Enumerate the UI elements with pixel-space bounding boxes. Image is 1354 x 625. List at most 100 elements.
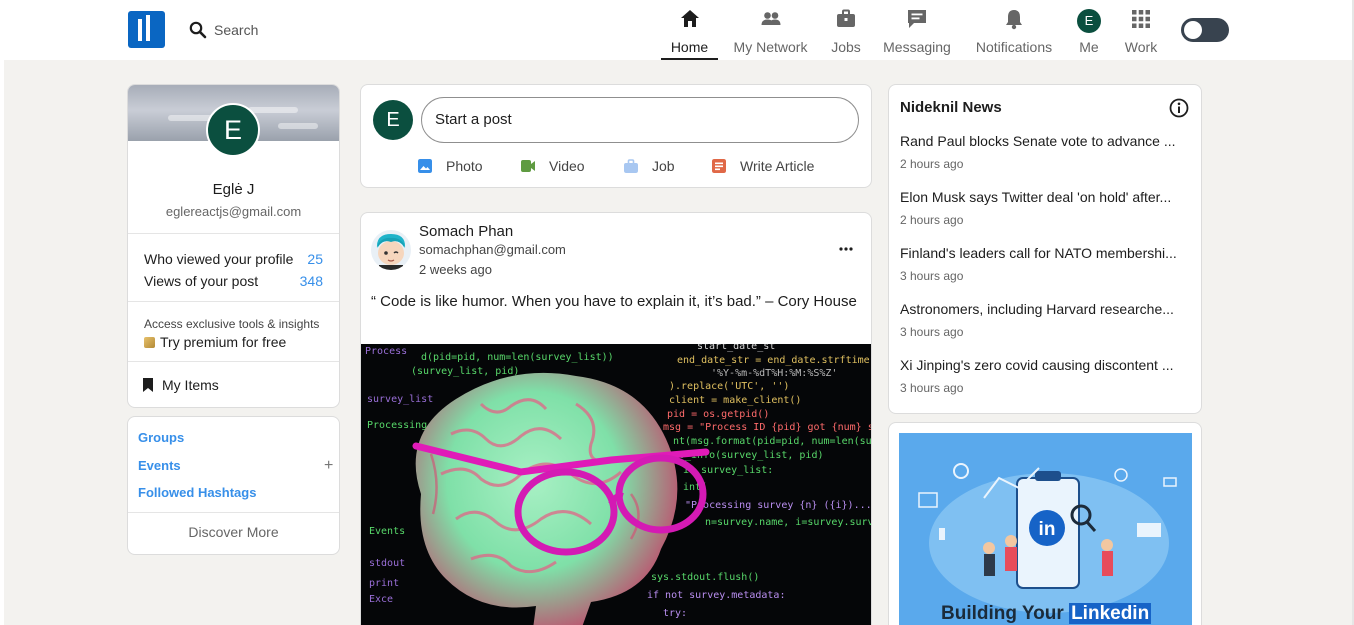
brain-illustration — [412, 372, 710, 625]
profile-email: eglereactjs@gmail.com — [165, 204, 302, 219]
nav-label: Messaging — [883, 39, 951, 55]
nav-work[interactable]: Work — [1122, 0, 1160, 60]
avatar: E — [373, 100, 413, 140]
my-items-link[interactable]: My Items — [142, 377, 219, 393]
news-card: Nideknil News Rand Paul blocks Senate vo… — [888, 84, 1202, 414]
nav-label: Work — [1124, 39, 1158, 55]
search-icon — [189, 21, 207, 39]
plus-icon[interactable]: + — [324, 457, 333, 475]
video-icon — [521, 160, 535, 172]
discover-more-button[interactable]: Discover More — [128, 524, 339, 540]
stat-post-views[interactable]: Views of your post 348 — [144, 273, 323, 289]
network-icon — [761, 12, 780, 25]
action-label: Job — [652, 158, 675, 174]
profile-card: E Eglė J eglereactjs@gmail.com Who viewe… — [127, 84, 340, 408]
divider — [128, 361, 339, 362]
job-button[interactable]: Job — [624, 155, 675, 177]
premium-link-label: Try premium for free — [160, 334, 287, 350]
divider — [128, 233, 339, 234]
message-icon — [908, 10, 926, 28]
nav-home[interactable]: Home — [661, 0, 718, 60]
news-item[interactable]: Finland's leaders call for NATO membersh… — [900, 245, 1185, 283]
nav-notifications[interactable]: Notifications — [972, 0, 1056, 60]
grid-icon — [1132, 10, 1150, 28]
author-name[interactable]: Somach Phan — [419, 223, 513, 240]
nav-label: Me — [1079, 39, 1099, 55]
photo-button[interactable]: Photo — [418, 155, 483, 177]
ad-headline: Building Your Linkedin — [941, 603, 1152, 625]
action-label: Write Article — [740, 158, 815, 174]
profile-name[interactable]: Eglė J — [128, 181, 339, 198]
post-timestamp: 2 weeks ago — [419, 262, 492, 277]
news-headline: Rand Paul blocks Senate vote to advance … — [900, 133, 1176, 149]
news-headline: Elon Musk says Twitter deal 'on hold' af… — [900, 189, 1172, 205]
stat-value: 25 — [307, 251, 323, 267]
search-bar[interactable] — [188, 18, 374, 42]
post-text: “ Code is like humor. When you have to e… — [371, 293, 857, 310]
bookmark-icon — [143, 378, 153, 392]
info-icon[interactable] — [1169, 98, 1189, 118]
photo-icon — [418, 159, 432, 173]
news-headline: Xi Jinping's zero covid causing disconte… — [900, 357, 1174, 373]
premium-link[interactable]: Try premium for free — [144, 334, 286, 350]
news-time: 2 hours ago — [900, 157, 964, 171]
nav-label: Jobs — [831, 39, 861, 55]
news-time: 3 hours ago — [900, 381, 964, 395]
divider — [128, 301, 339, 302]
nav-jobs[interactable]: Jobs — [825, 0, 867, 60]
author-avatar[interactable] — [371, 230, 411, 270]
nav-my-network[interactable]: My Network — [728, 0, 813, 60]
nav-messaging[interactable]: Messaging — [880, 0, 954, 60]
ad-text-plain: Building Your — [941, 603, 1064, 624]
premium-icon — [144, 336, 155, 348]
feed-post: Somach Phan somachphan@gmail.com 2 weeks… — [360, 212, 872, 625]
dark-mode-toggle[interactable] — [1181, 18, 1229, 42]
premium-promo-text: Access exclusive tools & insights — [144, 317, 320, 331]
nav-label: My Network — [733, 39, 808, 55]
profile-avatar[interactable]: E — [206, 103, 260, 157]
ad-card: in Building Your Linkedin — [888, 422, 1202, 625]
start-post-button[interactable]: Start a post — [421, 97, 859, 143]
bell-icon — [1006, 10, 1022, 30]
nav-label: Notifications — [975, 39, 1053, 55]
ad-logo-text: in — [1039, 519, 1056, 540]
my-items-label: My Items — [162, 377, 219, 393]
avatar: E — [1077, 9, 1101, 33]
stat-profile-viewers[interactable]: Who viewed your profile 25 — [144, 251, 323, 267]
nav-label: Home — [670, 39, 709, 55]
news-time: 3 hours ago — [900, 269, 964, 283]
job-icon — [624, 159, 638, 173]
stat-label: Who viewed your profile — [144, 251, 294, 267]
groups-link[interactable]: Groups — [138, 430, 184, 445]
news-headline: Astronomers, including Harvard researche… — [900, 301, 1174, 317]
post-composer: E Start a post Photo Video Job Write Art… — [360, 84, 872, 188]
toggle-knob — [1184, 21, 1202, 39]
news-time: 2 hours ago — [900, 213, 964, 227]
search-input[interactable] — [214, 22, 374, 38]
top-navbar: Home My Network Jobs Messaging Notificat… — [0, 0, 1352, 60]
divider — [128, 512, 339, 513]
news-item[interactable]: Elon Musk says Twitter deal 'on hold' af… — [900, 189, 1185, 227]
news-item[interactable]: Xi Jinping's zero covid causing disconte… — [900, 357, 1185, 395]
app-logo[interactable] — [128, 11, 165, 48]
stat-label: Views of your post — [144, 273, 259, 289]
news-time: 3 hours ago — [900, 325, 964, 339]
events-link[interactable]: Events — [138, 458, 181, 473]
video-button[interactable]: Video — [521, 155, 585, 177]
news-item[interactable]: Astronomers, including Harvard researche… — [900, 301, 1185, 339]
news-title: Nideknil News — [900, 99, 1002, 116]
write-article-button[interactable]: Write Article — [712, 155, 814, 177]
news-headline: Finland's leaders call for NATO membersh… — [900, 245, 1177, 261]
post-image[interactable]: start_date_st end_date_str = end_date.st… — [361, 344, 871, 625]
action-label: Photo — [446, 158, 483, 174]
briefcase-icon — [837, 9, 855, 27]
nav-me[interactable]: E Me — [1071, 0, 1107, 60]
article-icon — [712, 159, 726, 173]
news-item[interactable]: Rand Paul blocks Senate vote to advance … — [900, 133, 1185, 171]
action-label: Video — [549, 158, 585, 174]
more-options-icon[interactable] — [839, 247, 853, 251]
ad-image[interactable]: in Building Your Linkedin — [899, 433, 1192, 625]
ad-illustration: in — [899, 433, 1192, 625]
followed-hashtags-link[interactable]: Followed Hashtags — [138, 485, 256, 500]
author-email: somachphan@gmail.com — [419, 242, 566, 257]
